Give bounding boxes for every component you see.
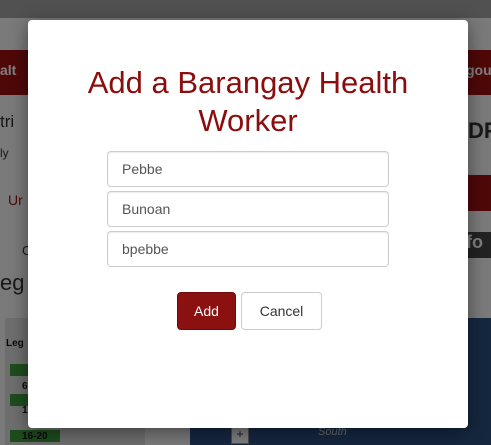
add-button[interactable]: Add (177, 292, 236, 330)
add-health-worker-modal: Add a Barangay Health Worker Add Cancel (28, 20, 468, 428)
last-name-field[interactable] (107, 191, 389, 227)
modal-title: Add a Barangay Health Worker (87, 65, 409, 138)
username-field[interactable] (107, 231, 389, 267)
first-name-field[interactable] (107, 151, 389, 187)
cancel-button[interactable]: Cancel (241, 292, 322, 330)
